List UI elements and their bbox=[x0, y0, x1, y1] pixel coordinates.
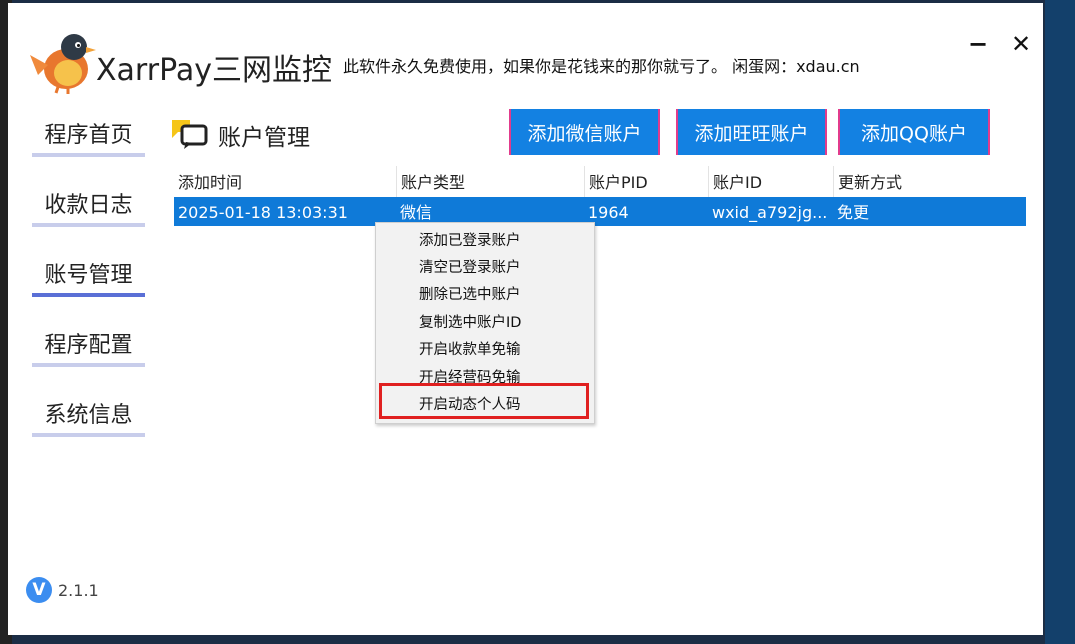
sidebar-item-label: 收款日志 bbox=[44, 193, 133, 218]
sidebar-item-payment-log[interactable]: 收款日志 bbox=[32, 183, 145, 227]
minimize-button[interactable]: − bbox=[963, 29, 993, 59]
version-number: 2.1.1 bbox=[58, 581, 99, 600]
minimize-icon: − bbox=[967, 30, 989, 58]
sidebar-item-underline bbox=[32, 433, 145, 437]
menu-item-delete-selected-account[interactable]: 删除已选中账户 bbox=[376, 282, 594, 309]
add-wechat-account-button[interactable]: 添加微信账户 bbox=[509, 109, 660, 155]
menu-item-copy-selected-account-id[interactable]: 复制选中账户ID bbox=[376, 310, 594, 337]
menu-item-clear-logged-in-accounts[interactable]: 清空已登录账户 bbox=[376, 255, 594, 282]
cell-account-id: wxid_a792jg... bbox=[712, 203, 828, 222]
column-header-account-id[interactable]: 账户ID bbox=[708, 166, 833, 197]
version-icon: V bbox=[26, 577, 52, 603]
column-header-account-pid[interactable]: 账户PID bbox=[584, 166, 708, 197]
sidebar-item-underline bbox=[32, 223, 145, 227]
sidebar-item-underline bbox=[32, 293, 145, 297]
close-icon: ✕ bbox=[1010, 30, 1032, 58]
sidebar-item-label: 程序配置 bbox=[44, 333, 133, 358]
sidebar-item-underline bbox=[32, 153, 145, 157]
column-header-account-type[interactable]: 账户类型 bbox=[396, 166, 584, 197]
sidebar-item-system-info[interactable]: 系统信息 bbox=[32, 393, 145, 437]
chat-bubble-icon bbox=[172, 120, 208, 149]
sidebar-item-label: 系统信息 bbox=[44, 403, 133, 428]
sidebar-item-label: 程序首页 bbox=[44, 123, 133, 148]
context-menu: 添加已登录账户 清空已登录账户 删除已选中账户 复制选中账户ID 开启收款单免输… bbox=[375, 222, 595, 424]
menu-item-enable-business-code-no-input[interactable]: 开启经营码免输 bbox=[376, 365, 594, 392]
background-right bbox=[1045, 0, 1075, 644]
add-wangwang-account-button[interactable]: 添加旺旺账户 bbox=[676, 109, 827, 155]
app-subtitle: 此软件永久免费使用，如果你是花钱来的那你就亏了。 闲蛋网：xdau.cn bbox=[343, 57, 860, 76]
app-title: XarrPay三网监控 bbox=[96, 53, 332, 88]
table-header: 添加时间 账户类型 账户PID 账户ID 更新方式 bbox=[174, 166, 1026, 198]
close-button[interactable]: ✕ bbox=[1006, 29, 1036, 59]
table-row[interactable]: 2025-01-18 13:03:31 微信 1964 wxid_a792jg.… bbox=[174, 197, 1026, 226]
sidebar-item-underline bbox=[32, 363, 145, 367]
sidebar-item-label: 账号管理 bbox=[44, 263, 133, 288]
sidebar-item-program-config[interactable]: 程序配置 bbox=[32, 323, 145, 367]
menu-item-enable-dynamic-personal-code[interactable]: 开启动态个人码 bbox=[376, 392, 594, 419]
app-window: XarrPay三网监控 此软件永久免费使用，如果你是花钱来的那你就亏了。 闲蛋网… bbox=[8, 3, 1043, 635]
cell-added-time: 2025-01-18 13:03:31 bbox=[178, 203, 348, 222]
column-header-added-time[interactable]: 添加时间 bbox=[174, 166, 396, 197]
cell-account-pid: 1964 bbox=[588, 203, 629, 222]
sidebar-item-home[interactable]: 程序首页 bbox=[32, 113, 145, 157]
add-qq-account-button[interactable]: 添加QQ账户 bbox=[838, 109, 990, 155]
menu-item-add-logged-in-account[interactable]: 添加已登录账户 bbox=[376, 228, 594, 255]
menu-item-enable-receipt-no-input[interactable]: 开启收款单免输 bbox=[376, 337, 594, 364]
cell-update-mode: 免更 bbox=[837, 203, 870, 222]
sidebar-item-account-management[interactable]: 账号管理 bbox=[32, 253, 145, 297]
bird-logo-icon bbox=[30, 34, 96, 94]
section-title: 账户管理 bbox=[218, 125, 310, 151]
column-header-update-mode[interactable]: 更新方式 bbox=[833, 166, 1026, 197]
